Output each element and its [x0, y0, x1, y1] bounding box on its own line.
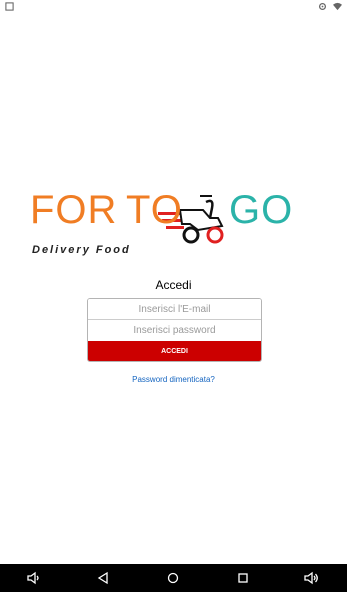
status-bar — [0, 0, 347, 14]
login-button[interactable]: ACCEDI — [88, 341, 261, 361]
brand-word-2: TO — [126, 188, 183, 232]
recents-icon[interactable] — [236, 571, 250, 585]
brand-word-3: GO — [229, 188, 294, 232]
brand-word-1: FOR — [30, 188, 118, 232]
brand-logo: FOR TO GO Delivery Food — [0, 180, 347, 268]
brand-tagline: Delivery Food — [32, 244, 131, 256]
wifi-icon — [333, 2, 342, 11]
login-title: Accedi — [155, 278, 192, 292]
notification-icon — [5, 2, 14, 11]
password-input[interactable] — [88, 320, 261, 341]
settings-icon — [318, 2, 327, 11]
home-icon[interactable] — [166, 571, 180, 585]
login-form: ACCEDI — [87, 298, 262, 362]
navigation-bar — [0, 564, 347, 592]
volume-down-icon[interactable] — [26, 571, 40, 585]
forgot-password-link[interactable]: Password dimenticata? — [0, 375, 347, 384]
back-icon[interactable] — [96, 571, 110, 585]
volume-up-icon[interactable] — [304, 571, 318, 585]
status-icons — [318, 2, 342, 11]
email-input[interactable] — [88, 299, 261, 320]
